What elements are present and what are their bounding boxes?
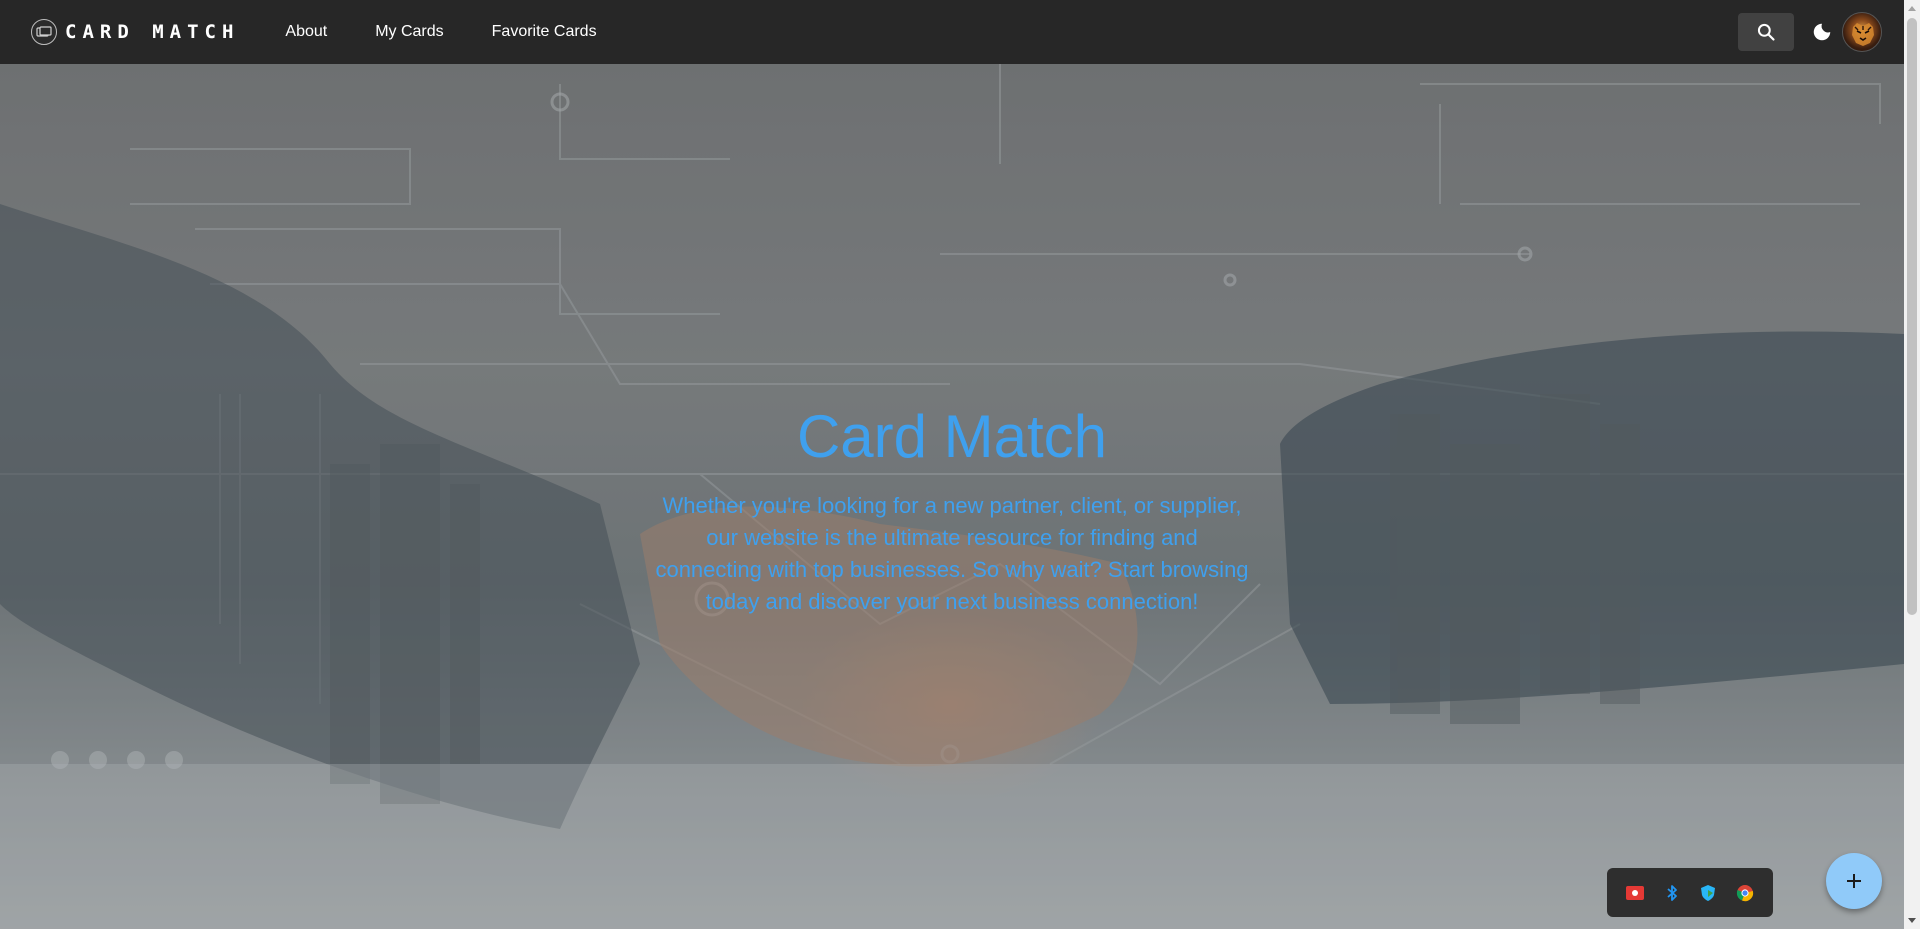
plus-icon	[1847, 874, 1861, 888]
nav-link-my-cards[interactable]: My Cards	[351, 0, 467, 64]
system-tray-popup	[1607, 868, 1773, 917]
nav-link-about[interactable]: About	[261, 0, 351, 64]
hero-section: Card Match Whether you're looking for a …	[0, 64, 1904, 929]
bluetooth-icon[interactable]	[1662, 883, 1682, 903]
search-icon	[1757, 23, 1775, 41]
card-logo-icon	[31, 19, 57, 45]
page-scrollbar[interactable]	[1904, 0, 1920, 929]
search-button[interactable]	[1738, 13, 1794, 51]
moon-icon	[1813, 23, 1831, 41]
nav-actions	[1738, 0, 1882, 64]
brand-name: CARD MATCH	[65, 21, 240, 43]
hero-content: Card Match Whether you're looking for a …	[652, 402, 1252, 618]
nav-link-favorite-cards[interactable]: Favorite Cards	[468, 0, 621, 64]
tiger-avatar	[1852, 23, 1874, 46]
add-card-button[interactable]	[1826, 853, 1882, 909]
screen-record-icon[interactable]	[1625, 883, 1645, 903]
scrollbar-thumb[interactable]	[1907, 18, 1917, 615]
hero-description: Whether you're looking for a new partner…	[655, 493, 1249, 614]
scroll-down-arrow-icon[interactable]	[1904, 913, 1920, 929]
chrome-icon[interactable]	[1735, 883, 1755, 903]
theme-toggle-button[interactable]	[1802, 12, 1842, 52]
security-shield-icon[interactable]	[1698, 883, 1718, 903]
main-nav: About My Cards Favorite Cards	[261, 0, 620, 64]
scroll-up-arrow-icon[interactable]	[1904, 0, 1920, 16]
hero-title: Card Match	[796, 403, 1108, 470]
brand-home-link[interactable]: CARD MATCH	[31, 0, 239, 64]
top-navbar: CARD MATCH About My Cards Favorite Cards	[0, 0, 1904, 64]
user-avatar[interactable]	[1842, 12, 1882, 52]
